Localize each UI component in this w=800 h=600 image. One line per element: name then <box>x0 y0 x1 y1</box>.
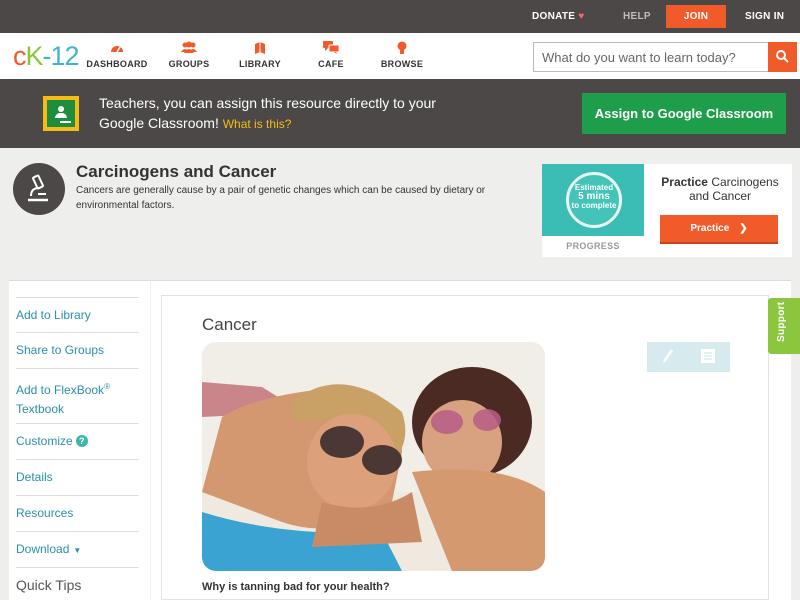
nav-dashboard[interactable]: DASHBOARD <box>82 41 152 69</box>
top-utility-bar: DONATE ♥ HELP JOIN SIGN IN <box>0 0 800 33</box>
search-box <box>533 42 797 72</box>
donate-label: DONATE <box>532 11 576 22</box>
customize-label: Customize <box>16 434 73 448</box>
logo-part-k: K <box>25 41 44 71</box>
ck12-logo[interactable]: cK-12 <box>13 41 80 71</box>
concept-title: Carcinogens and Cancer <box>76 162 277 181</box>
sidebar-item-share-to-groups[interactable]: Share to Groups <box>16 333 139 369</box>
content-tools <box>647 342 730 372</box>
help-icon[interactable]: ? <box>75 435 88 447</box>
search-icon <box>776 50 789 63</box>
sidebar-item-details[interactable]: Details <box>16 460 139 496</box>
sidebar-item-add-to-flexbook[interactable]: Add to FlexBook® Textbook <box>16 369 139 424</box>
assign-to-google-classroom-button[interactable]: Assign to Google Classroom <box>582 93 786 134</box>
practice-title-bold: Practice <box>661 175 708 189</box>
notes-icon[interactable] <box>701 349 715 363</box>
sidebar-item-download[interactable]: Download ▼ <box>16 532 139 568</box>
sunbathing-girls-image <box>202 342 545 571</box>
registered-mark: ® <box>104 382 110 391</box>
nav-browse[interactable]: BROWSE <box>367 41 437 69</box>
flexbook-label: Add to FlexBook <box>16 383 105 397</box>
chevron-right-icon: ❯ <box>739 223 748 234</box>
content-title: Cancer <box>202 315 257 334</box>
dashboard-icon <box>82 41 152 57</box>
logo-part-12: -12 <box>42 41 80 71</box>
download-label: Download <box>16 542 70 556</box>
library-icon <box>225 41 295 57</box>
practice-card: Estimated 5 mins to complete PROGRESS Pr… <box>542 164 792 257</box>
nav-cafe[interactable]: CAFE <box>296 41 366 69</box>
estimate-line-3: to complete <box>571 201 617 210</box>
donate-link[interactable]: DONATE ♥ <box>532 0 585 33</box>
nav-cafe-label: CAFE <box>318 59 344 69</box>
lightbulb-icon <box>367 41 437 57</box>
groups-icon <box>154 41 224 57</box>
help-link[interactable]: HELP <box>623 0 651 33</box>
caret-down-icon: ▼ <box>73 546 82 555</box>
sidebar-item-customize[interactable]: Customize? <box>16 424 139 460</box>
nav-groups-label: GROUPS <box>168 59 210 69</box>
lesson-question: Why is tanning bad for your health? <box>202 581 390 593</box>
sidebar-item-resources[interactable]: Resources <box>16 496 139 532</box>
join-button[interactable]: JOIN <box>666 5 726 28</box>
practice-button[interactable]: Practice ❯ <box>660 215 778 244</box>
logo-part-c: c <box>13 41 26 71</box>
support-label: Support <box>776 301 787 342</box>
progress-estimate-badge: Estimated 5 mins to complete <box>542 164 644 236</box>
teacher-message: Teachers, you can assign this resource d… <box>99 93 459 134</box>
cafe-chat-icon <box>296 41 366 57</box>
nav-dashboard-label: DASHBOARD <box>86 59 148 69</box>
main-nav-bar: cK-12 DASHBOARD GROUPS LIBRARY CAFE BROW… <box>0 33 800 79</box>
practice-title: Practice Carcinogens and Cancer <box>654 175 786 203</box>
search-input[interactable] <box>542 49 762 66</box>
what-is-this-link[interactable]: What is this? <box>223 117 292 131</box>
nav-library[interactable]: LIBRARY <box>225 41 295 69</box>
sidebar: Add to Library Share to Groups Add to Fl… <box>9 280 150 600</box>
sidebar-item-add-to-library[interactable]: Add to Library <box>16 297 139 333</box>
practice-button-label: Practice <box>690 223 730 234</box>
textbook-label: Textbook <box>16 402 65 416</box>
quick-tips-heading: Quick Tips <box>16 577 82 593</box>
nav-groups[interactable]: GROUPS <box>154 41 224 69</box>
google-classroom-icon <box>43 96 79 131</box>
google-classroom-banner: Teachers, you can assign this resource d… <box>0 79 800 148</box>
nav-library-label: LIBRARY <box>239 59 281 69</box>
pencil-icon[interactable] <box>662 348 674 364</box>
concept-description: Cancers are generally cause by a pair of… <box>76 185 486 211</box>
heart-icon: ♥ <box>578 11 585 22</box>
search-button[interactable] <box>768 42 797 72</box>
nav-browse-label: BROWSE <box>380 59 424 69</box>
sign-in-link[interactable]: SIGN IN <box>745 0 784 33</box>
progress-label: PROGRESS <box>566 241 620 251</box>
microscope-icon <box>13 163 65 215</box>
support-tab[interactable]: Support <box>768 298 800 354</box>
